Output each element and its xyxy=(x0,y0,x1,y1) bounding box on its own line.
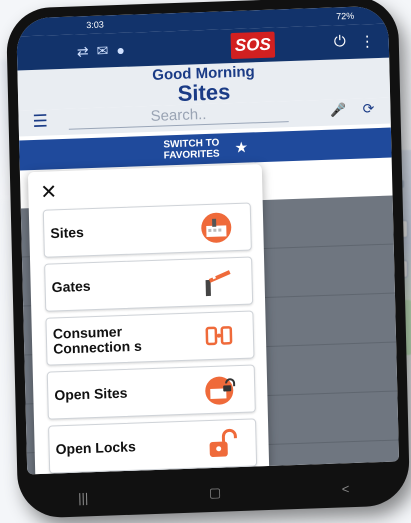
menu-item-label: Consumer Connection s xyxy=(52,323,143,357)
back-icon[interactable]: < xyxy=(342,481,350,496)
open-lock-icon xyxy=(209,428,237,457)
star-icon: ★ xyxy=(235,139,248,155)
close-icon[interactable]: ✕ xyxy=(40,179,57,205)
navigation-menu-dialog: ✕ Sites Gates Consumer Connection s Open… xyxy=(27,164,270,475)
open-sites-icon xyxy=(205,376,236,405)
more-icon[interactable]: ⋮ xyxy=(360,32,375,51)
sites-icon xyxy=(201,212,232,243)
menu-item-gates[interactable]: Gates xyxy=(44,256,254,312)
menu-item-label: Open Sites xyxy=(54,384,128,404)
power-icon[interactable]: ⏻ xyxy=(334,33,346,51)
menu-item-label: Open Locks xyxy=(55,438,136,458)
phone-frame: 3:03 72% ⇄ ✉ ● SOS ⏻ ⋮ Good Morning Site… xyxy=(5,0,411,519)
app-logo: SOS xyxy=(230,31,276,60)
consumer-connection-icon xyxy=(205,326,233,346)
status-battery: 72% xyxy=(336,10,355,22)
mail-icon[interactable]: ✉ xyxy=(96,42,108,59)
phone-screen: 3:03 72% ⇄ ✉ ● SOS ⏻ ⋮ Good Morning Site… xyxy=(16,5,400,475)
microphone-icon[interactable]: 🎤 xyxy=(330,102,347,119)
hamburger-icon[interactable]: ☰ xyxy=(32,112,48,133)
switch-icon[interactable]: ⇄ xyxy=(77,43,89,60)
menu-item-open-sites[interactable]: Open Sites xyxy=(46,364,256,420)
menu-item-sites[interactable]: Sites xyxy=(42,202,252,258)
menu-item-label: Sites xyxy=(50,223,85,242)
home-icon[interactable]: ▢ xyxy=(209,485,222,501)
menu-item-consumer-connections[interactable]: Consumer Connection s xyxy=(45,310,255,366)
menu-item-open-locks[interactable]: Open Locks xyxy=(48,418,258,474)
refresh-icon[interactable]: ⟳ xyxy=(362,100,374,117)
menu-item-label: Gates xyxy=(51,277,91,296)
recent-apps-icon[interactable]: ||| xyxy=(78,490,89,505)
user-icon[interactable]: ● xyxy=(116,42,125,59)
search-input[interactable]: Search.. xyxy=(68,103,289,130)
system-navigation-bar: ||| ▢ < xyxy=(18,471,411,515)
status-time: 3:03 xyxy=(86,19,104,31)
gate-barrier-icon xyxy=(205,268,231,297)
favorites-label-line2: FAVORITES xyxy=(163,148,220,162)
